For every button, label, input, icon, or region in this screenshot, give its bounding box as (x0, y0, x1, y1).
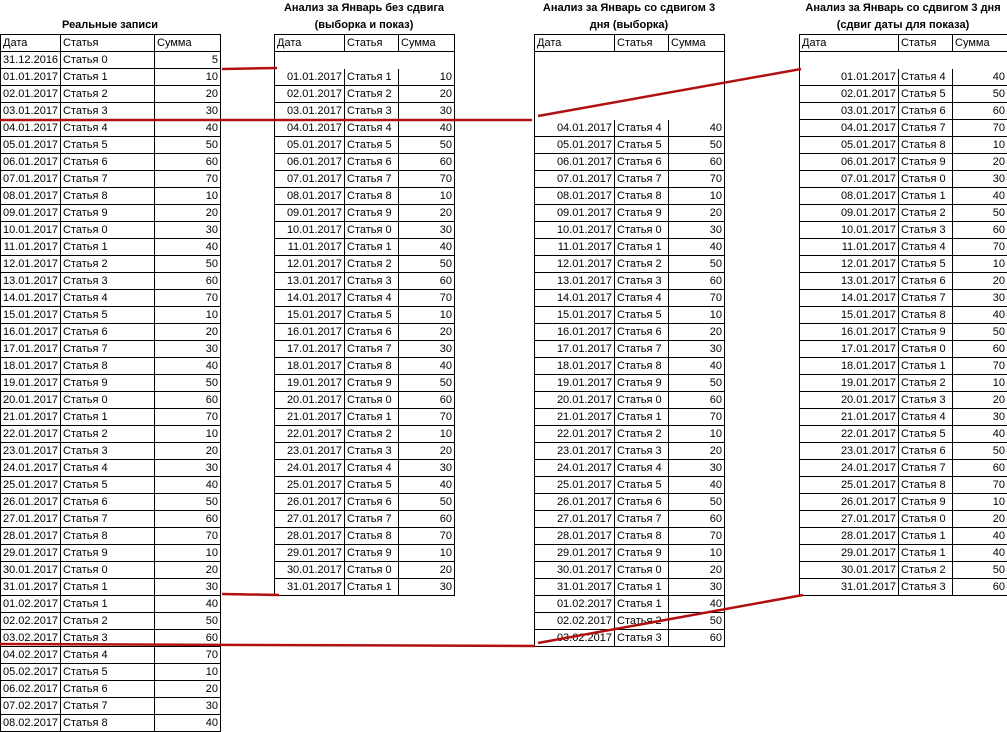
annotation-line-shift-end-horizontal (0, 642, 536, 648)
annotation-line-start-real (221, 66, 278, 71)
spreadsheet-sheet: Реальные записи Анализ за Январь без сдв… (0, 0, 1007, 732)
annotation-lines (0, 66, 804, 648)
annotation-line-shift-end-diagonal (537, 593, 804, 645)
annotation-line-end-real (221, 592, 280, 597)
annotation-line-shift-start-diagonal (537, 67, 802, 118)
